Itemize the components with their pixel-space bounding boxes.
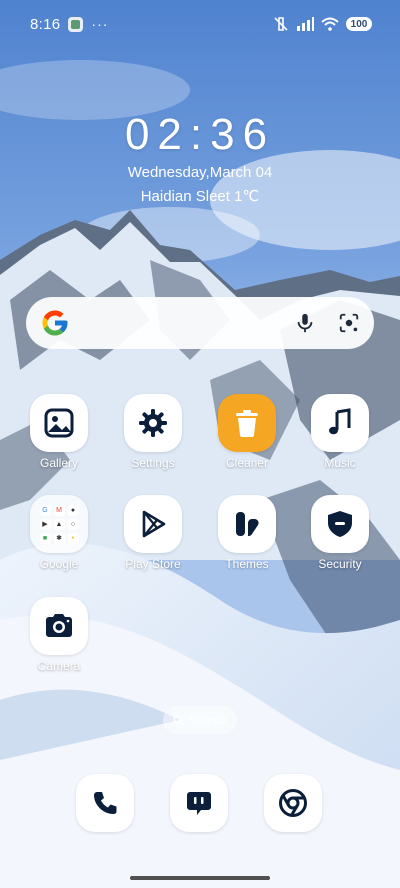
app-music[interactable]: Music (295, 394, 385, 470)
overflow-dots: ··· (91, 16, 109, 32)
phone-icon (94, 792, 117, 814)
app-label: Settings (131, 456, 175, 470)
app-label: Gallery (39, 456, 78, 470)
app-label: Camera (37, 659, 81, 673)
folder-mini-icon: ▶ (39, 518, 51, 530)
status-bar: 8:16 ··· 100 (0, 0, 400, 48)
play-store-icon (142, 510, 166, 538)
mute-vibrate-icon (274, 17, 288, 31)
google-logo-icon (42, 310, 68, 336)
lens-camera-icon[interactable] (338, 312, 360, 334)
shield-icon (328, 511, 352, 537)
app-security[interactable]: Security (295, 495, 385, 571)
app-play-store[interactable]: Play Store (108, 495, 198, 571)
camera-icon (46, 614, 72, 637)
home-search-label: Search (188, 713, 227, 727)
dock-messages[interactable] (170, 774, 228, 832)
clock-time: 02:36 (124, 110, 276, 159)
weather-text: Haidian Sleet 1℃ (140, 188, 260, 205)
app-google-folder[interactable]: G M ● ▶ ▲ ○ ■ ✱ • Google (14, 495, 104, 571)
google-search-bar[interactable] (26, 297, 374, 349)
folder-icon: G M ● ▶ ▲ ○ ■ ✱ • (30, 495, 88, 553)
folder-mini-icon: G (39, 504, 51, 516)
folder-mini-icon: ✱ (53, 532, 65, 544)
home-search-pill[interactable]: Search (163, 706, 237, 734)
folder-mini-icon: M (53, 504, 65, 516)
music-note-icon (329, 408, 351, 435)
app-notification-icon (68, 16, 84, 32)
folder-mini-icon: ● (67, 504, 79, 516)
signal-icon (297, 17, 314, 31)
app-label: Cleaner (225, 456, 269, 470)
wifi-icon (321, 17, 339, 31)
clock-date: Wednesday,March 04 (127, 164, 273, 181)
status-time: 8:16 (30, 15, 61, 33)
app-label: Play Store (125, 557, 181, 571)
themes-icon (236, 512, 259, 537)
app-label: Music (324, 456, 356, 470)
folder-mini-icon: ■ (39, 532, 51, 544)
trash-icon (236, 410, 258, 437)
folder-mini-icon: ▲ (53, 518, 65, 530)
dock-chrome[interactable] (264, 774, 322, 832)
app-gallery[interactable]: Gallery (14, 394, 104, 470)
search-icon (174, 715, 185, 726)
clock-widget[interactable]: 02:36 Wednesday,March 04 Haidian Sleet 1… (0, 110, 400, 205)
gear-icon (139, 409, 167, 437)
folder-mini-icon: • (67, 532, 79, 544)
app-themes[interactable]: Themes (202, 495, 292, 571)
dock-phone[interactable] (76, 774, 134, 832)
gallery-icon (44, 408, 74, 438)
app-cleaner[interactable]: Cleaner (202, 394, 292, 470)
app-label: Security (318, 557, 362, 571)
home-indicator[interactable] (130, 876, 270, 880)
app-camera[interactable]: Camera (14, 597, 104, 673)
folder-mini-icon: ○ (67, 518, 79, 530)
app-label: Google (39, 557, 79, 571)
app-label: Themes (225, 557, 269, 571)
microphone-icon[interactable] (294, 312, 316, 334)
app-settings[interactable]: Settings (108, 394, 198, 470)
battery-icon: 100 (346, 17, 372, 31)
chrome-icon (279, 789, 307, 817)
message-icon (187, 792, 211, 815)
